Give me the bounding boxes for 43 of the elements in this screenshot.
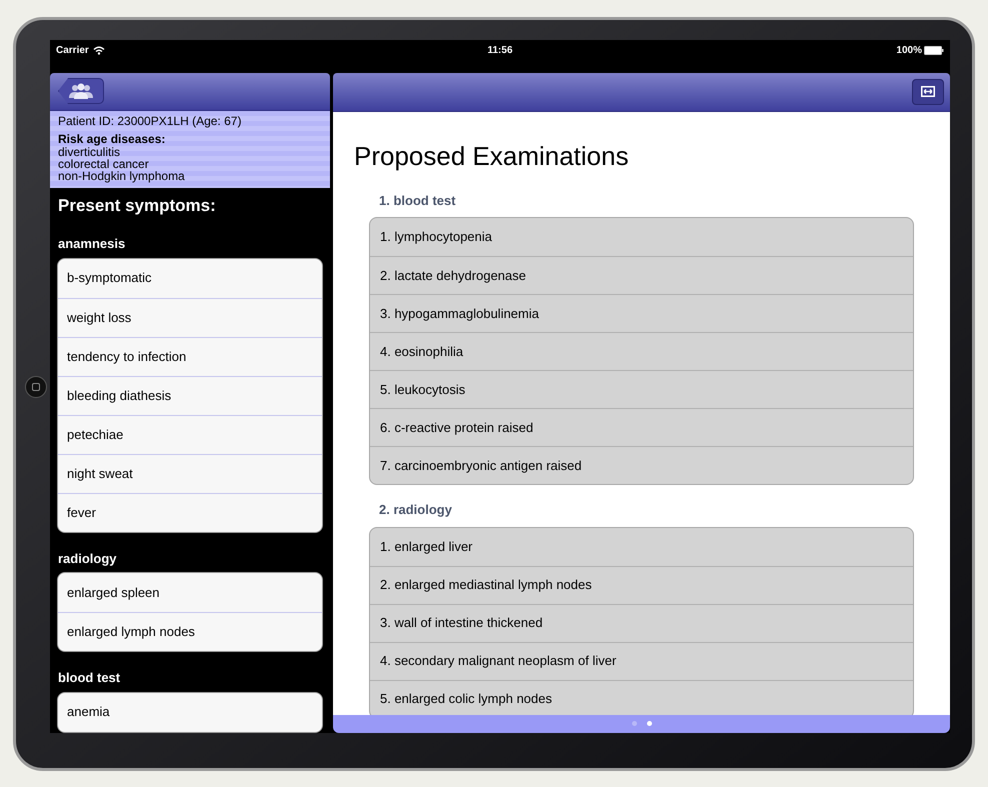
exam-item[interactable]: 4. secondary malignant neoplasm of liver bbox=[370, 642, 913, 680]
people-icon bbox=[68, 83, 94, 99]
exam-item[interactable]: 6. c-reactive protein raised bbox=[370, 408, 913, 446]
exam-item[interactable]: 5. leukocytosis bbox=[370, 370, 913, 408]
battery-percentage: 100% bbox=[896, 44, 922, 58]
back-button[interactable] bbox=[58, 78, 104, 104]
symptom-item[interactable]: weight loss bbox=[58, 298, 322, 336]
symptom-item[interactable]: night sweat bbox=[58, 454, 322, 492]
risk-diseases-heading: Risk age diseases: bbox=[58, 132, 166, 146]
wifi-icon bbox=[92, 46, 105, 54]
exam-item[interactable]: 1. enlarged liver bbox=[370, 528, 913, 566]
symptom-item[interactable]: tendency to infection bbox=[58, 336, 322, 376]
exam-group-title: 1. blood test bbox=[378, 192, 457, 210]
symptom-item[interactable]: petechiae bbox=[58, 414, 322, 454]
risk-disease: colorectal cancer bbox=[58, 158, 150, 170]
symptoms-heading: Present symptoms: bbox=[57, 194, 217, 216]
exam-item[interactable]: 1. lymphocytopenia bbox=[370, 218, 913, 256]
exam-item[interactable]: 3. wall of intestine thickened bbox=[370, 604, 913, 642]
exam-item[interactable]: 2. enlarged mediastinal lymph nodes bbox=[370, 566, 913, 604]
exam-item[interactable]: 2. lactate dehydrogenase bbox=[370, 256, 913, 294]
symptom-group-title: radiology bbox=[57, 550, 118, 568]
carrier-label: Carrier bbox=[56, 44, 89, 58]
swap-button[interactable] bbox=[912, 78, 944, 104]
patient-id: Patient ID: 23000PX1LH (Age: 67) bbox=[58, 114, 242, 128]
symptom-item[interactable]: enlarged spleen bbox=[58, 573, 322, 612]
symptom-item[interactable]: enlarged lymph nodes bbox=[58, 612, 322, 651]
risk-disease: diverticulitis bbox=[58, 146, 122, 158]
symptom-group-title: anamnesis bbox=[57, 235, 126, 253]
exam-item[interactable]: 7. carcinoembryonic antigen raised bbox=[370, 446, 913, 484]
clock-time: 11:56 bbox=[486, 44, 514, 58]
exam-group-title: 2. radiology bbox=[378, 501, 453, 519]
page-title: Proposed Examinations bbox=[353, 140, 630, 172]
exam-item[interactable]: 3. hypogammaglobulinemia bbox=[370, 294, 913, 332]
symptom-item[interactable]: b-symptomatic bbox=[58, 258, 322, 298]
swap-arrows-icon bbox=[921, 86, 935, 97]
symptom-item[interactable]: fever bbox=[58, 492, 322, 532]
symptom-item[interactable]: anemia bbox=[58, 692, 322, 732]
symptom-group-title: blood test bbox=[57, 669, 122, 687]
home-button[interactable] bbox=[25, 376, 47, 398]
exam-item[interactable]: 4. eosinophilia bbox=[370, 332, 913, 370]
symptom-item[interactable]: bleeding diathesis bbox=[58, 376, 322, 414]
risk-disease: non-Hodgkin lymphoma bbox=[58, 170, 186, 182]
battery-icon bbox=[924, 46, 944, 54]
